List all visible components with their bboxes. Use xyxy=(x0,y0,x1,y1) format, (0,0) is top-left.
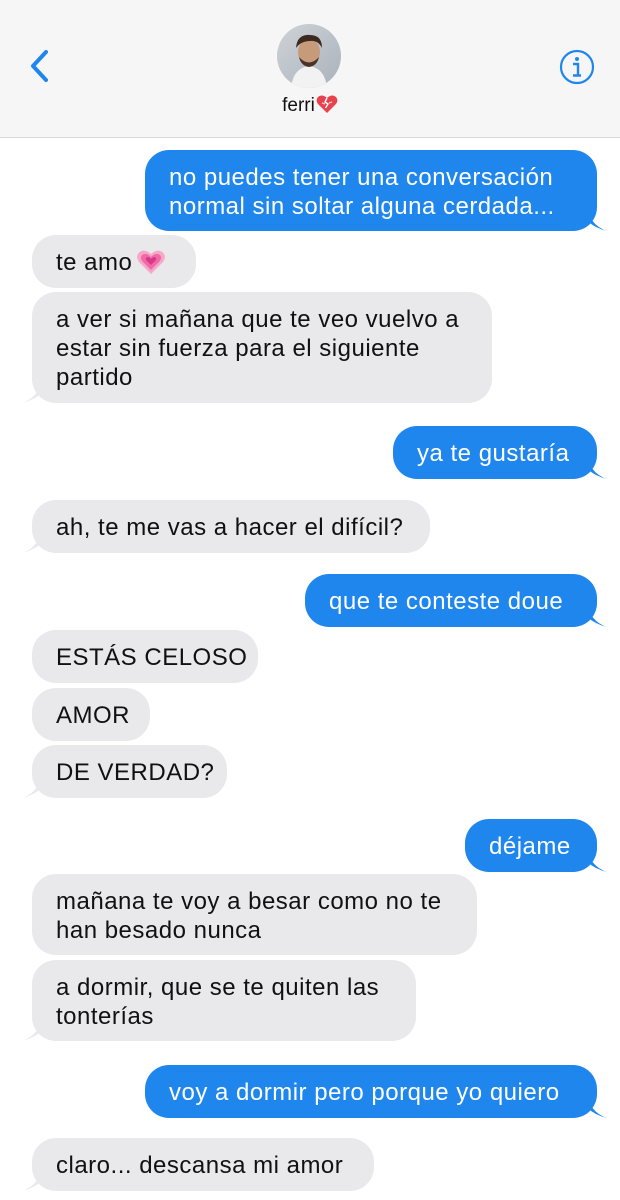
message-text: normal sin soltar alguna cerdada... xyxy=(169,193,555,220)
info-icon xyxy=(559,49,595,85)
message-text: ya te gustaría xyxy=(417,440,570,467)
info-button[interactable] xyxy=(558,48,596,86)
back-button[interactable] xyxy=(26,46,54,86)
message-text: partido xyxy=(56,364,133,391)
message-bubble-received[interactable]: DE VERDAD? xyxy=(22,745,227,798)
contact-name-row[interactable]: ferri xyxy=(0,94,620,120)
message-bubble-sent[interactable]: déjame xyxy=(465,819,607,872)
message-bubble-received[interactable]: AMOR xyxy=(32,688,150,741)
chevron-left-icon xyxy=(31,50,48,82)
message-thread: no puedes tener una conversación normal … xyxy=(0,138,620,1200)
message-text: a dormir, que se te quiten las xyxy=(56,974,380,1001)
message-text: mañana te voy a besar como no te xyxy=(56,888,442,915)
growing-heart-icon xyxy=(136,249,166,282)
bubble-tail xyxy=(579,846,607,872)
message-text: han besado nunca xyxy=(56,917,262,944)
message-bubble-received[interactable]: te amo xyxy=(32,235,196,288)
message-bubble-received[interactable]: a dormir, que se te quiten las tonterías xyxy=(22,960,416,1041)
message-bubble-sent[interactable]: voy a dormir pero porque yo quiero xyxy=(145,1065,607,1118)
message-bubble-received[interactable]: mañana te voy a besar como no te han bes… xyxy=(32,874,477,955)
message-text: claro... descansa mi amor xyxy=(56,1152,344,1179)
message-text: no puedes tener una conversación xyxy=(169,164,554,191)
message-text: ESTÁS CELOSO xyxy=(56,644,248,671)
bubble-tail xyxy=(22,772,50,798)
message-text: déjame xyxy=(489,833,571,860)
message-text: ah, te me vas a hacer el difícil? xyxy=(56,514,404,541)
bubble-tail xyxy=(579,205,607,231)
mending-heart-icon xyxy=(316,94,338,120)
bubble-tail xyxy=(22,1165,50,1191)
message-bubble-sent[interactable]: no puedes tener una conversación normal … xyxy=(145,150,607,231)
bubble-tail xyxy=(579,453,607,479)
message-bubble-received[interactable]: ah, te me vas a hacer el difícil? xyxy=(22,500,430,553)
message-bubble-received[interactable]: ESTÁS CELOSO xyxy=(32,630,258,683)
bubble-tail xyxy=(579,1092,607,1118)
message-text: DE VERDAD? xyxy=(56,759,215,786)
message-text: te amo xyxy=(56,249,133,276)
conversation-header: ferri xyxy=(0,0,620,138)
message-bubble-received[interactable]: a ver si mañana que te veo vuelvo a esta… xyxy=(22,292,492,403)
message-text: voy a dormir pero porque yo quiero xyxy=(169,1079,560,1106)
bubble-tail xyxy=(22,527,50,553)
message-text: a ver si mañana que te veo vuelvo a xyxy=(56,306,460,333)
contact-avatar[interactable] xyxy=(277,24,341,88)
message-text: que te conteste doue xyxy=(329,588,564,615)
message-bubble-received[interactable]: claro... descansa mi amor xyxy=(22,1138,374,1191)
message-bubble-sent[interactable]: que te conteste doue xyxy=(305,574,607,627)
avatar-photo xyxy=(277,24,341,88)
bubble-tail xyxy=(579,601,607,627)
contact-name: ferri xyxy=(282,95,315,116)
message-text: tonterías xyxy=(56,1003,154,1030)
bubble-tail xyxy=(22,377,50,403)
message-bubble-sent[interactable]: ya te gustaría xyxy=(393,426,607,479)
message-text: AMOR xyxy=(56,702,130,729)
message-text: estar sin fuerza para el siguiente xyxy=(56,335,420,362)
bubble-tail xyxy=(22,1015,50,1041)
